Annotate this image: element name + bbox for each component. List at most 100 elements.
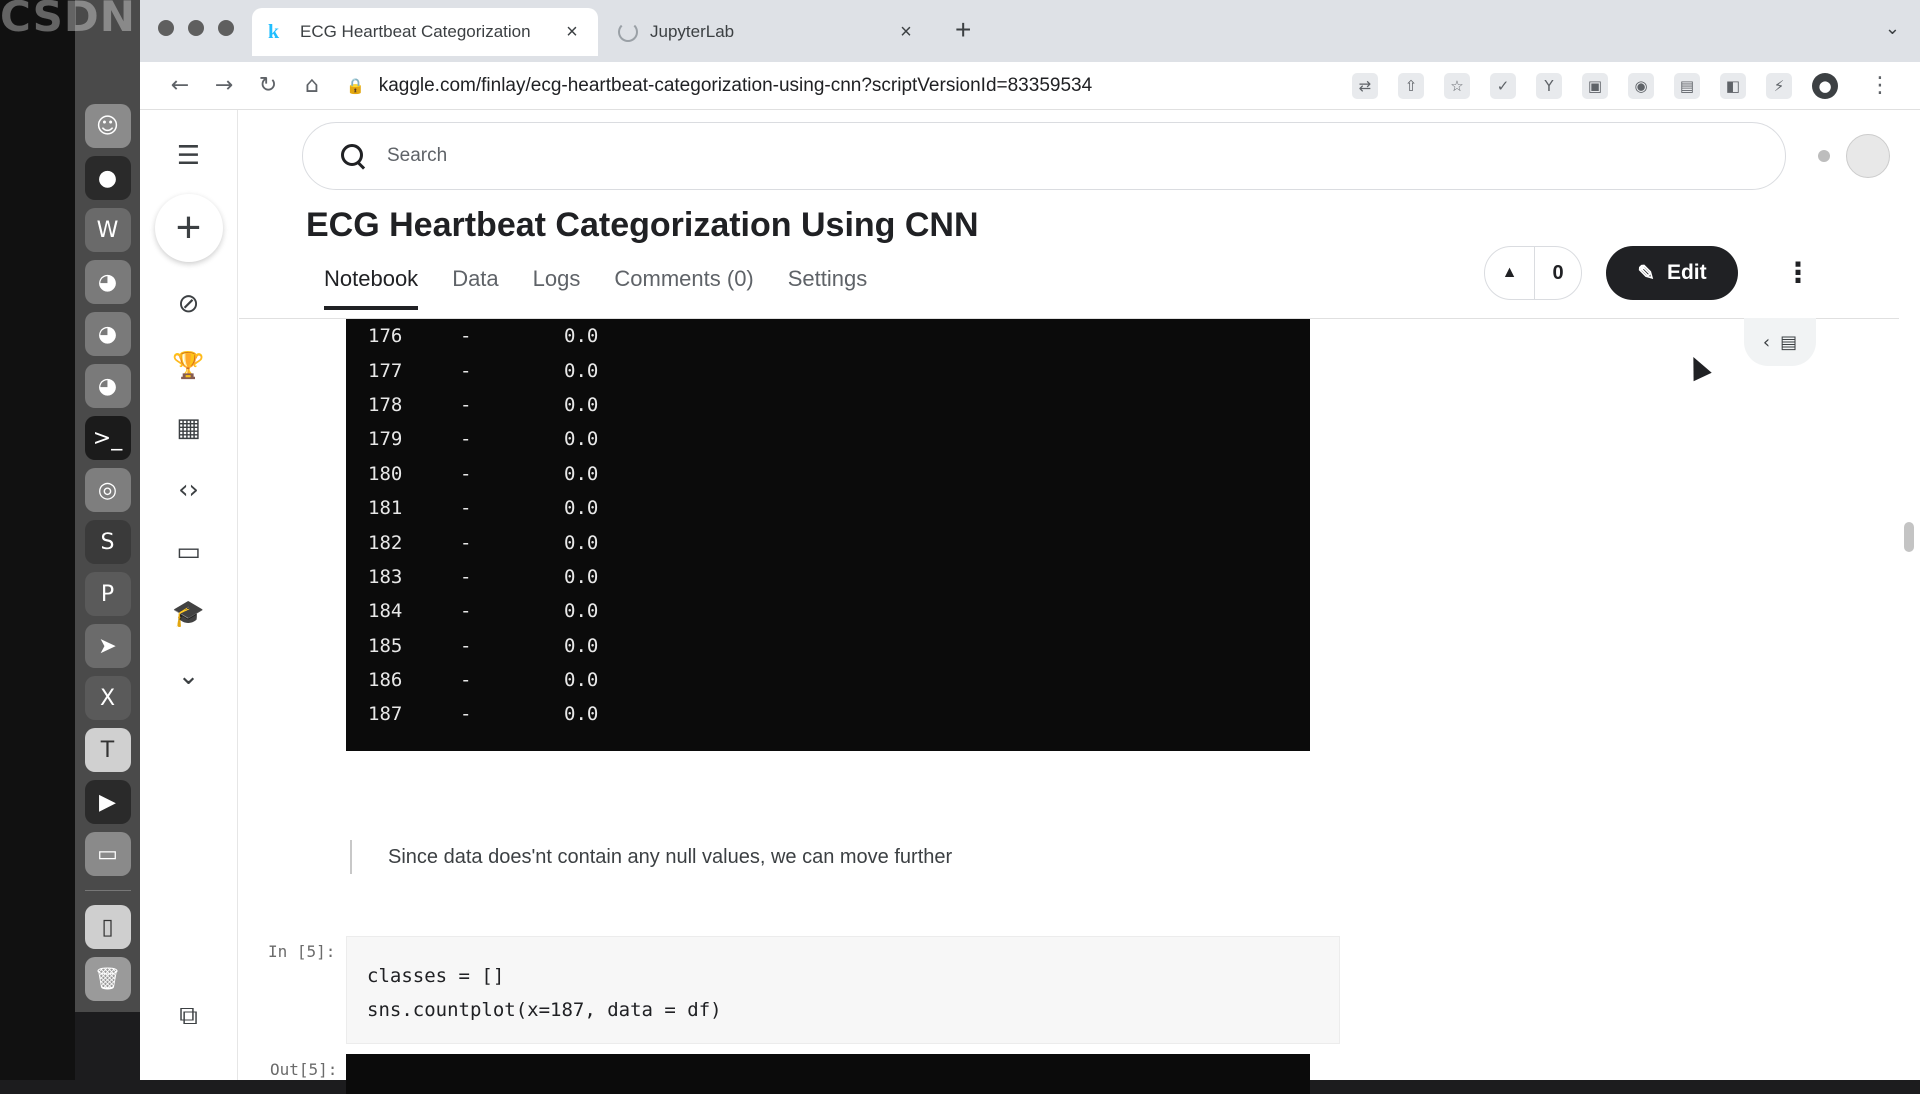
search-input[interactable]: Search (387, 145, 447, 167)
vote-widget: ▲ 0 (1484, 246, 1582, 300)
discussion-icon[interactable]: ▭ (169, 532, 209, 572)
video-player-icon[interactable]: ▶ (84, 780, 131, 824)
minimize-window-button[interactable] (188, 20, 204, 36)
output-value: 0.0 (564, 359, 599, 382)
vote-count: 0 (1552, 261, 1564, 284)
code-cell[interactable]: classes = [] sns.countplot(x=187, data =… (346, 936, 1340, 1044)
extension-icon[interactable]: ▤ (1674, 72, 1700, 99)
wechat-icon[interactable]: ◕ (84, 312, 131, 356)
tab-settings[interactable]: Settings (788, 266, 868, 310)
tab-jupyterlab[interactable]: JupyterLab × (602, 8, 932, 56)
edit-button[interactable]: ✎ Edit (1606, 246, 1738, 300)
excel-icon[interactable]: X (84, 676, 131, 720)
output-index: 183 (368, 565, 403, 588)
tab-title: JupyterLab (650, 22, 735, 41)
close-icon[interactable]: × (896, 21, 916, 44)
output-dash: - (460, 634, 472, 657)
finder-icon[interactable]: ☺ (84, 104, 131, 148)
terminal-icon[interactable]: >_ (84, 416, 131, 460)
home-icon[interactable]: ⌂ (290, 73, 334, 98)
copy-icon[interactable]: ⧉ (169, 996, 209, 1036)
mouse-cursor-icon (1684, 352, 1712, 382)
output-dash: - (460, 428, 472, 451)
telegram-icon[interactable]: ➤ (84, 624, 131, 668)
toc-toggle-button[interactable]: ‹ ▤ (1744, 318, 1816, 366)
output-value: 0.0 (564, 428, 599, 451)
output-index: 182 (368, 531, 403, 554)
maximize-window-button[interactable] (218, 20, 234, 36)
compass-icon[interactable]: ⊘ (169, 284, 209, 324)
scrollbar-thumb[interactable] (1904, 522, 1914, 552)
sublime-icon[interactable]: S (84, 520, 131, 564)
address-bar: ← → ↻ ⌂ 🔒 kaggle.com/finlay/ecg-heartbea… (140, 62, 1920, 110)
search-icon (339, 142, 367, 170)
output-value: 0.0 (564, 531, 599, 554)
tab-logs[interactable]: Logs (533, 266, 581, 310)
browser-window: k ECG Heartbeat Categorization × Jupyter… (140, 0, 1920, 1094)
search-bar[interactable]: Search (302, 122, 1786, 190)
output-row: 186 - 0.0 (368, 663, 1288, 697)
extension-icon[interactable]: ⚡ (1766, 72, 1792, 99)
word-icon[interactable]: W (84, 208, 131, 252)
forward-arrow-icon[interactable]: → (202, 73, 246, 98)
extension-icon[interactable]: ▣ (1582, 72, 1608, 99)
tab-data[interactable]: Data (452, 266, 498, 310)
tab-notebook[interactable]: Notebook (324, 266, 419, 310)
back-arrow-icon[interactable]: ← (158, 73, 202, 98)
output-index: 180 (368, 462, 403, 485)
preview-icon[interactable]: ▭ (84, 832, 131, 876)
create-button[interactable]: + (155, 194, 223, 262)
reload-icon[interactable]: ↻ (246, 73, 290, 98)
url-text: kaggle.com/finlay/ecg-heartbeat-categori… (378, 74, 1093, 96)
wechat-icon[interactable]: ◕ (84, 260, 131, 304)
new-tab-button[interactable]: + (955, 14, 971, 46)
powerpoint-icon[interactable]: P (84, 572, 131, 616)
output-row: 177 - 0.0 (368, 353, 1288, 387)
share-icon[interactable]: ⇧ (1398, 72, 1424, 99)
output-row: 185 - 0.0 (368, 629, 1288, 663)
more-options-icon[interactable]: ⋮ (1784, 256, 1812, 289)
kaggle-favicon-icon: k (268, 20, 280, 43)
trash-icon[interactable]: 🗑 (84, 957, 131, 1001)
upvote-icon[interactable]: ▲ (1485, 247, 1535, 299)
output-index: 186 (368, 669, 403, 692)
profile-avatar[interactable]: ● (1812, 72, 1838, 99)
hamburger-menu-icon[interactable]: ☰ (169, 136, 209, 176)
wechat-icon[interactable]: ◕ (84, 364, 131, 408)
tab-title: ECG Heartbeat Categorization (300, 22, 531, 41)
extension-icon[interactable]: ◉ (1628, 72, 1654, 99)
user-avatar[interactable] (1846, 134, 1890, 178)
learn-icon[interactable]: 🎓 (169, 594, 209, 634)
extension-icon[interactable]: ◧ (1720, 72, 1746, 99)
translate-icon[interactable]: ⇄ (1352, 72, 1378, 99)
trophy-icon[interactable]: 🏆 (169, 346, 209, 386)
table-icon[interactable]: ▦ (169, 408, 209, 448)
output-row: 178 - 0.0 (368, 388, 1288, 422)
tab-comments[interactable]: Comments (0) (614, 266, 753, 310)
output-dash: - (460, 393, 472, 416)
star-icon[interactable]: ☆ (1444, 72, 1470, 99)
code-line: classes = [] (367, 965, 505, 987)
extension-toolbar: ⇄ ⇧ ☆ ✓ Y ▣ ◉ ▤ ◧ ⚡ ● ⋮ (1352, 72, 1902, 99)
output-index: 185 (368, 634, 403, 657)
tab-search-chevron-icon[interactable]: ⌄ (1885, 18, 1900, 39)
document-icon[interactable]: ▯ (84, 905, 131, 949)
close-window-button[interactable] (158, 20, 174, 36)
code-line: sns.countplot(x=187, data = df) (367, 999, 722, 1021)
qq-icon[interactable]: ● (84, 156, 131, 200)
chrome-icon[interactable]: ◎ (84, 468, 131, 512)
dock-separator (84, 890, 131, 891)
output-index: 181 (368, 497, 403, 520)
chevron-down-icon[interactable]: ⌄ (169, 656, 209, 696)
tab-kaggle[interactable]: k ECG Heartbeat Categorization × (252, 8, 598, 56)
in-prompt: In [5]: (268, 942, 336, 961)
browser-menu-icon[interactable]: ⋮ (1858, 73, 1902, 98)
url-field[interactable]: 🔒 kaggle.com/finlay/ecg-heartbeat-catego… (346, 75, 1352, 97)
code-icon[interactable]: ‹› (169, 470, 209, 510)
extension-icon[interactable]: Y (1536, 72, 1562, 99)
typora-icon[interactable]: T (84, 728, 131, 772)
markdown-cell: Since data does'nt contain any null valu… (350, 840, 952, 874)
close-icon[interactable]: × (562, 21, 582, 44)
cell-output (346, 1054, 1310, 1094)
check-extension-icon[interactable]: ✓ (1490, 72, 1516, 99)
